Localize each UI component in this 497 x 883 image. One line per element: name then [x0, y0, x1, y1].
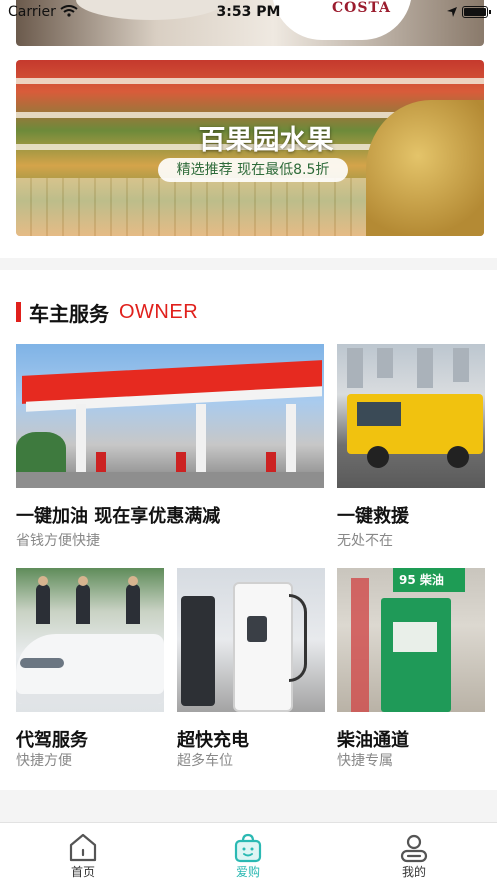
pillar-graphic [76, 404, 86, 474]
section-title-en: OWNER [119, 300, 199, 323]
location-arrow-icon [447, 7, 457, 17]
section-accent-bar [16, 302, 21, 322]
status-time: 3:53 PM [216, 4, 281, 20]
service-card-charging[interactable]: 超快充电 超多车位 [177, 568, 325, 778]
tab-shop[interactable]: 爱购 [198, 823, 298, 883]
building-graphic [347, 348, 363, 388]
wheel-graphic [367, 446, 389, 468]
user-icon [400, 834, 428, 863]
fruit-banner-subtitle: 精选推荐 现在最低8.5折 [158, 158, 348, 182]
shopping-bag-icon [234, 833, 262, 863]
diesel-sign: 95 柴油 [393, 568, 465, 592]
shelf-line [16, 78, 484, 84]
head-graphic [38, 576, 48, 586]
service-title: 柴油通道 [337, 730, 409, 751]
service-card-fuel[interactable]: 一键加油 现在享优惠满减 省钱方便快捷 [16, 344, 324, 554]
tow-truck-image [337, 344, 485, 488]
person-graphic [36, 584, 50, 624]
service-title: 超快充电 [177, 730, 249, 751]
section-header: 车主服务 OWNER [16, 300, 199, 326]
driver-service-image [16, 568, 164, 712]
pillar-graphic [286, 404, 296, 474]
charger-graphic [233, 582, 293, 712]
service-subtitle: 超多车位 [177, 753, 233, 769]
charger-screen-graphic [247, 616, 267, 642]
service-card-diesel[interactable]: 95 柴油 柴油通道 快捷专属 [337, 568, 485, 778]
promo-section: COSTA 百果园水果 精选推荐 现在最低8.5折 [0, 0, 497, 258]
tab-home[interactable]: 首页 [33, 823, 133, 883]
ground-graphic [16, 472, 324, 488]
headlight-graphic [20, 658, 64, 668]
diesel-pump-image: 95 柴油 [337, 568, 485, 712]
status-bar: Carrier 3:53 PM [0, 0, 497, 24]
service-title: 一键救援 [337, 506, 409, 527]
tab-profile[interactable]: 我的 [364, 823, 464, 883]
charger-graphic [181, 596, 215, 706]
service-title: 代驾服务 [16, 730, 88, 751]
section-title-cn: 车主服务 [29, 301, 109, 326]
wheel-graphic [447, 446, 469, 468]
service-card-driver[interactable]: 代驾服务 快捷方便 [16, 568, 164, 778]
tab-label: 首页 [70, 865, 95, 879]
charger-cable-graphic [289, 594, 307, 682]
service-subtitle: 无处不在 [337, 533, 393, 549]
charging-station-image [177, 568, 325, 712]
car-graphic [16, 634, 164, 704]
building-graphic [417, 348, 433, 388]
head-graphic [128, 576, 138, 586]
pole-graphic [351, 578, 369, 712]
person-graphic [76, 584, 90, 624]
person-graphic [126, 584, 140, 624]
building-graphic [377, 348, 393, 378]
pillar-graphic [196, 404, 206, 474]
owner-services-section: 车主服务 OWNER 一键加油 现在享优惠满减 省钱方便快捷 一键救援 无处不在… [0, 270, 497, 790]
head-graphic [78, 576, 88, 586]
fence-graphic [16, 178, 366, 236]
tab-label: 爱购 [235, 865, 260, 879]
trees-graphic [16, 432, 66, 472]
tab-label: 我的 [401, 865, 426, 879]
service-title: 一键加油 现在享优惠满减 [16, 506, 221, 527]
pump-graphic [381, 598, 451, 712]
pump-screen-graphic [393, 622, 437, 652]
service-subtitle: 快捷专属 [337, 753, 393, 769]
bottom-tab-bar: 首页 爱购 我的 [0, 822, 497, 883]
battery-icon [462, 6, 491, 18]
home-icon [69, 833, 97, 862]
fruit-store-banner[interactable]: 百果园水果 精选推荐 现在最低8.5折 [16, 60, 484, 236]
gas-station-image [16, 344, 324, 488]
building-graphic [453, 348, 469, 382]
service-subtitle: 省钱方便快捷 [16, 533, 100, 549]
service-subtitle: 快捷方便 [16, 753, 72, 769]
truck-window-graphic [357, 402, 401, 426]
service-card-rescue[interactable]: 一键救援 无处不在 [337, 344, 485, 554]
fruit-banner-title: 百果园水果 [198, 125, 334, 156]
